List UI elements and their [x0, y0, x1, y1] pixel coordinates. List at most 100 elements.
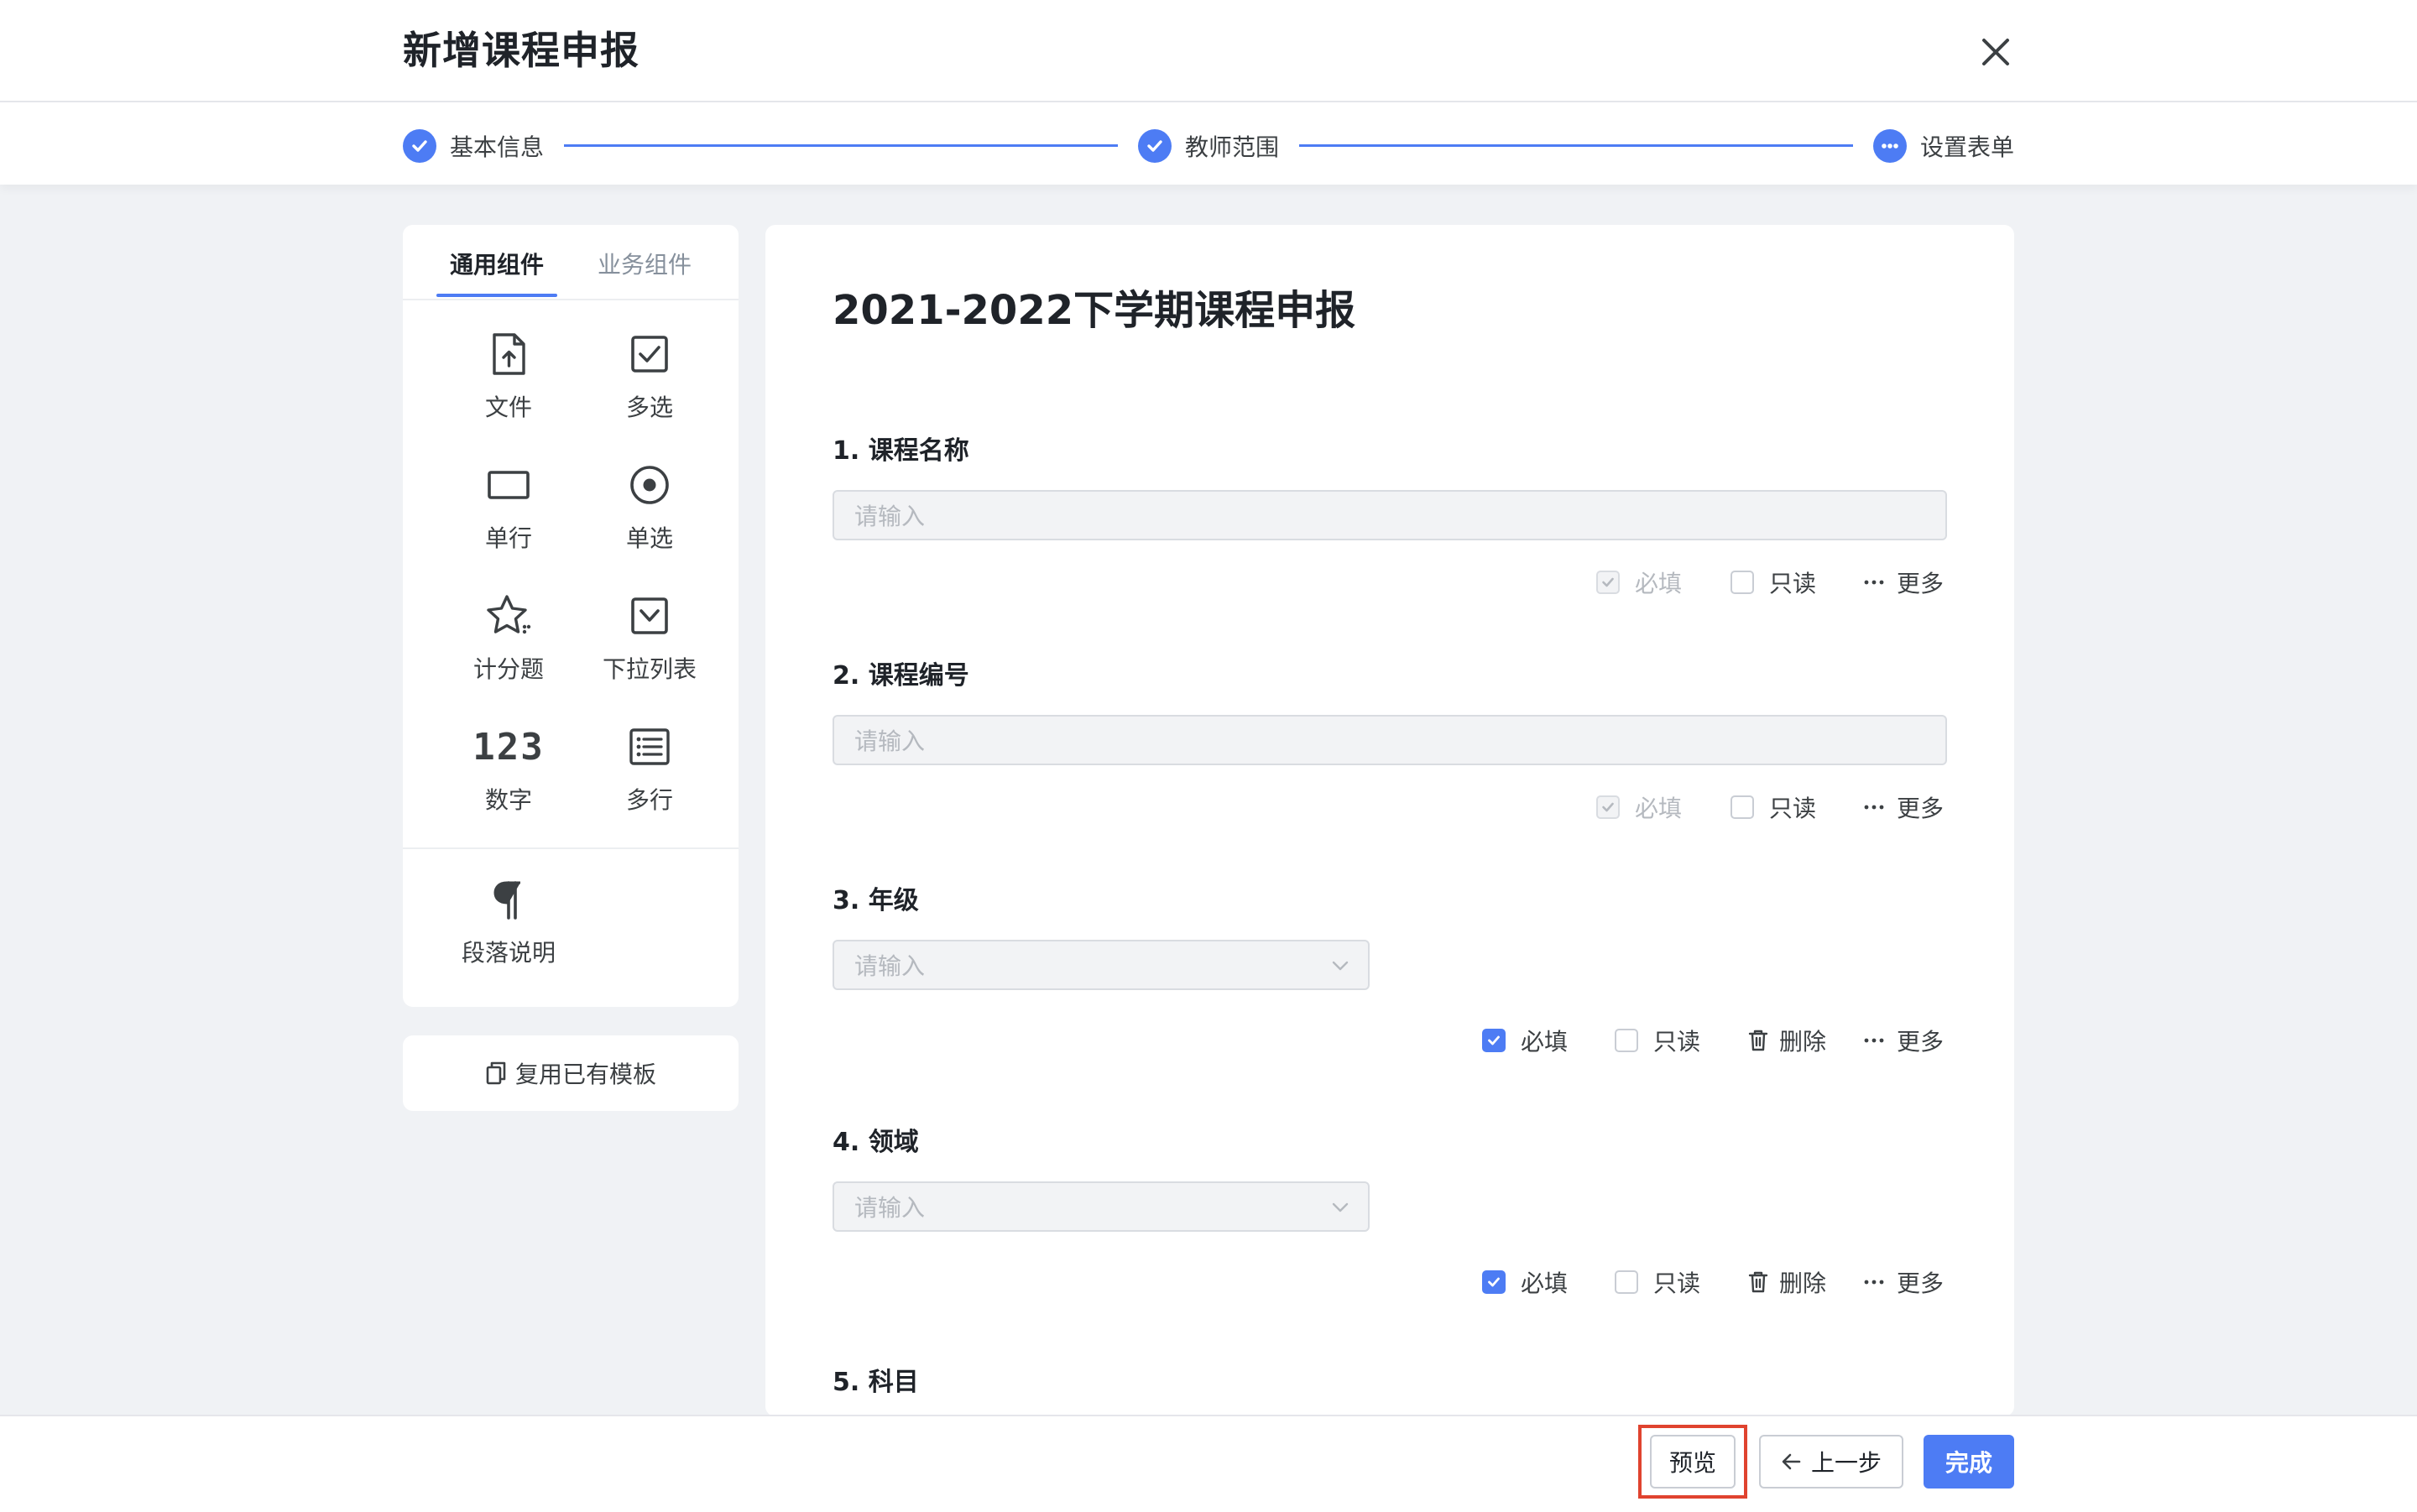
question-label[interactable]: 2. 课程编号: [833, 660, 969, 693]
check-icon: [1596, 795, 1620, 819]
question-label[interactable]: 3. 年级: [833, 884, 919, 918]
component-label: 数字: [484, 786, 532, 814]
component-palette: 通用组件 业务组件 文件 多选 单行 单选 计分题 下拉列表 123 数字 多行…: [403, 225, 739, 1007]
more-label: 更多: [1897, 1028, 1945, 1056]
modal-header: [0, 0, 2417, 102]
course-code-input[interactable]: 请输入: [833, 715, 1947, 765]
component-label: 下拉列表: [602, 655, 697, 683]
more-button[interactable]: 更多: [1863, 1265, 1944, 1299]
step-connector: [564, 144, 1118, 147]
delete-button[interactable]: 删除: [1747, 1024, 1826, 1057]
chevron-down-icon: [1332, 1202, 1349, 1212]
readonly-checkbox[interactable]: 只读: [1615, 1265, 1700, 1299]
component-label: 多行: [625, 786, 673, 814]
more-icon: [1863, 579, 1885, 586]
close-icon[interactable]: [1974, 30, 2018, 74]
single-line-icon: [487, 455, 530, 515]
more-icon: [1863, 804, 1885, 811]
component-dropdown[interactable]: 下拉列表: [582, 586, 717, 703]
more-button[interactable]: 更多: [1863, 1024, 1944, 1057]
readonly-label: 只读: [1769, 795, 1817, 822]
form-title[interactable]: 2021-2022下学期课程申报: [833, 284, 1355, 337]
input-placeholder: 请输入: [854, 727, 926, 755]
readonly-checkbox[interactable]: 只读: [1615, 1024, 1700, 1057]
step-label: 设置表单: [1920, 133, 2015, 161]
more-icon: [1863, 1279, 1885, 1285]
multiline-icon: [629, 717, 671, 777]
reuse-template-label: 复用已有模板: [514, 1061, 656, 1088]
question-label[interactable]: 4. 领域: [833, 1126, 919, 1160]
step-teacher-scope[interactable]: 教师范围: [1138, 128, 1279, 164]
component-single-select[interactable]: 单选: [582, 455, 717, 572]
component-number[interactable]: 123 数字: [441, 717, 576, 834]
question-label[interactable]: 1. 课程名称: [833, 435, 969, 468]
check-icon: [1482, 1029, 1506, 1052]
tab-business-components[interactable]: 业务组件: [598, 240, 692, 290]
step-label: 教师范围: [1185, 133, 1280, 161]
required-checkbox[interactable]: 必填: [1482, 1024, 1568, 1057]
checkbox-icon: [629, 324, 670, 384]
more-label: 更多: [1897, 795, 1945, 822]
readonly-label: 只读: [1653, 1028, 1701, 1056]
step-connector: [1299, 144, 1853, 147]
step-set-form[interactable]: 设置表单: [1873, 128, 2014, 164]
tab-common-components[interactable]: 通用组件: [450, 240, 544, 290]
more-button[interactable]: 更多: [1863, 790, 1944, 824]
number-icon: 123: [472, 725, 545, 769]
file-upload-icon: [489, 324, 528, 384]
component-paragraph[interactable]: 段落说明: [441, 869, 576, 987]
readonly-checkbox[interactable]: 只读: [1731, 790, 1816, 824]
delete-button[interactable]: 删除: [1747, 1265, 1826, 1299]
check-icon: [403, 129, 436, 163]
delete-label: 删除: [1779, 1270, 1827, 1297]
component-score[interactable]: 计分题: [441, 586, 576, 703]
dropdown-icon: [629, 586, 670, 646]
required-label: 必填: [1635, 570, 1683, 597]
copy-icon: [486, 1061, 506, 1085]
component-label: 段落说明: [461, 939, 556, 967]
required-label: 必填: [1521, 1270, 1569, 1297]
delete-label: 删除: [1779, 1028, 1827, 1056]
check-icon: [1138, 129, 1172, 163]
more-button[interactable]: 更多: [1863, 566, 1944, 599]
required-checkbox[interactable]: 必填: [1482, 1265, 1568, 1299]
trash-icon: [1747, 1029, 1769, 1052]
arrow-left-icon: [1782, 1453, 1801, 1470]
more-label: 更多: [1897, 570, 1945, 597]
component-label: 文件: [484, 394, 532, 421]
component-multi-select[interactable]: 多选: [582, 324, 717, 441]
required-checkbox[interactable]: 必填: [1596, 790, 1682, 824]
question-label[interactable]: 5. 科目: [833, 1366, 919, 1400]
highlight-box: [1638, 1425, 1747, 1499]
check-icon: [1596, 571, 1620, 594]
radio-icon: [628, 455, 671, 515]
input-placeholder: 请输入: [854, 952, 926, 980]
trash-icon: [1747, 1270, 1769, 1294]
more-label: 更多: [1897, 1270, 1945, 1297]
divider: [403, 299, 739, 300]
component-label: 单行: [484, 524, 532, 552]
readonly-checkbox[interactable]: 只读: [1731, 566, 1816, 599]
page-title: 新增课程申报: [403, 28, 639, 73]
component-single-line[interactable]: 单行: [441, 455, 576, 572]
required-checkbox[interactable]: 必填: [1596, 566, 1682, 599]
star-score-icon: [484, 586, 533, 646]
readonly-label: 只读: [1769, 570, 1817, 597]
required-label: 必填: [1635, 795, 1683, 822]
more-dots-icon: [1873, 129, 1907, 163]
component-file[interactable]: 文件: [441, 324, 576, 441]
more-icon: [1863, 1037, 1885, 1044]
component-label: 计分题: [472, 655, 544, 683]
grade-select[interactable]: 请输入: [833, 940, 1370, 990]
reuse-template-button[interactable]: 复用已有模板: [403, 1035, 739, 1111]
component-label: 单选: [625, 524, 673, 552]
check-icon: [1482, 1270, 1506, 1294]
finish-button[interactable]: 完成: [1924, 1435, 2014, 1489]
course-name-input[interactable]: 请输入: [833, 490, 1947, 540]
step-basic-info[interactable]: 基本信息: [403, 128, 544, 164]
domain-select[interactable]: 请输入: [833, 1181, 1370, 1232]
tab-active-indicator: [436, 294, 557, 297]
input-placeholder: 请输入: [854, 1194, 926, 1222]
prev-step-button[interactable]: 上一步: [1759, 1435, 1903, 1489]
component-multi-line[interactable]: 多行: [582, 717, 717, 834]
